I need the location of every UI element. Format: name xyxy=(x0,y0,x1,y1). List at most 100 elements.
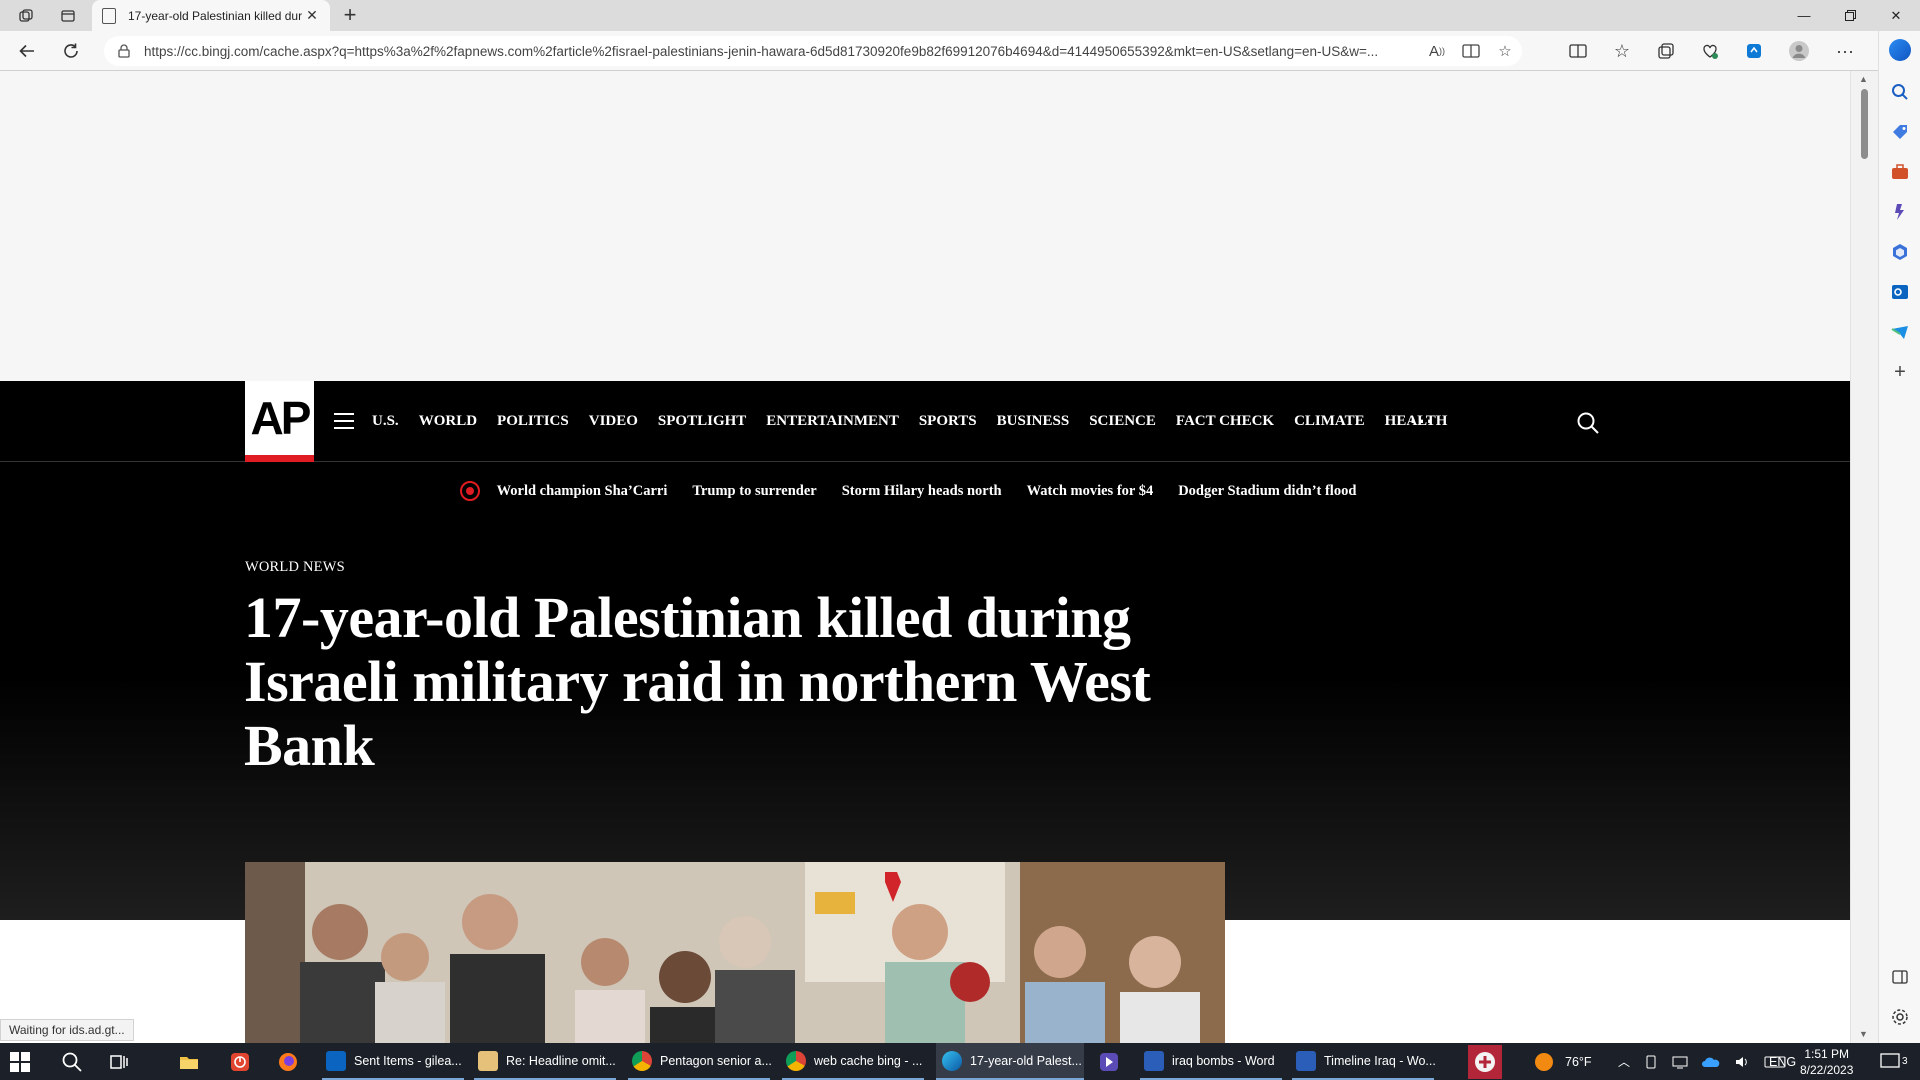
nav-item-fact-check[interactable]: FACT CHECK xyxy=(1176,413,1274,430)
scroll-up-icon[interactable]: ▲ xyxy=(1859,74,1868,84)
input-language[interactable]: ENG xyxy=(1769,1043,1796,1080)
taskbar-app-outlook[interactable]: Sent Items - gilea... xyxy=(322,1043,464,1080)
trending-link[interactable]: Storm Hilary heads north xyxy=(842,483,1002,500)
weather-widget[interactable]: 76°F xyxy=(1535,1043,1592,1080)
taskbar-app-word-2[interactable]: Timeline Iraq - Wo... xyxy=(1292,1043,1436,1080)
taskbar-app-label: web cache bing - ... xyxy=(814,1053,923,1068)
close-tab-icon[interactable]: ✕ xyxy=(304,7,320,24)
close-window-icon[interactable]: ✕ xyxy=(1873,0,1919,31)
app-red-icon[interactable] xyxy=(229,1051,251,1073)
word-icon xyxy=(1296,1050,1316,1071)
scroll-down-icon[interactable]: ▼ xyxy=(1859,1029,1868,1039)
restore-icon[interactable] xyxy=(1827,0,1873,31)
taskbar-app-word-1[interactable]: iraq bombs - Word xyxy=(1140,1043,1282,1080)
drop-send-icon[interactable] xyxy=(1889,321,1911,343)
app-red-badge-icon[interactable] xyxy=(1468,1045,1502,1079)
ad-placeholder xyxy=(0,71,1850,381)
network-icon[interactable] xyxy=(1672,1055,1688,1069)
page-scrollbar[interactable]: ▲ ▼ xyxy=(1850,71,1878,1043)
url-text[interactable]: https://cc.bingj.com/cache.aspx?q=https%… xyxy=(144,44,1420,59)
profile-avatar[interactable] xyxy=(1784,37,1814,65)
immersive-reader-icon[interactable] xyxy=(1454,38,1488,64)
nav-item-spotlight[interactable]: SPOTLIGHT xyxy=(658,413,746,430)
nav-item-world[interactable]: WORLD xyxy=(419,413,477,430)
article-section-label[interactable]: WORLD NEWS xyxy=(245,559,345,576)
browser-toolbar: https://cc.bingj.com/cache.aspx?q=https%… xyxy=(0,31,1920,71)
nav-more-icon[interactable]: ··· xyxy=(1410,409,1435,435)
browser-essentials-icon[interactable] xyxy=(1695,37,1725,65)
browser-status-bar: Waiting for ids.ad.gt... xyxy=(0,1019,134,1041)
favorites-icon[interactable]: ☆ xyxy=(1607,37,1637,65)
split-screen-icon[interactable] xyxy=(1563,37,1593,65)
trending-link[interactable]: World champion Sha’Carri xyxy=(497,483,668,500)
microsoft-365-icon[interactable] xyxy=(1889,241,1911,263)
taskbar-app-chrome-1[interactable]: Pentagon senior a... xyxy=(628,1043,772,1080)
add-sidebar-app-icon[interactable]: + xyxy=(1889,361,1911,383)
taskbar-search-icon[interactable] xyxy=(61,1051,83,1073)
taskbar-app-label: iraq bombs - Word xyxy=(1172,1053,1275,1068)
taskbar-app-edge[interactable]: 17-year-old Palest... xyxy=(936,1043,1084,1080)
nav-list: U.S. WORLD POLITICS VIDEO SPOTLIGHT ENTE… xyxy=(372,381,1467,462)
ap-logo[interactable]: AP xyxy=(245,381,314,462)
minimize-icon[interactable]: — xyxy=(1781,0,1827,31)
tray-chevron-up-icon[interactable]: ︿ xyxy=(1618,1053,1630,1070)
shopping-tag-icon[interactable] xyxy=(1889,121,1911,143)
trending-bar: World champion Sha’Carri Trump to surren… xyxy=(0,462,1850,520)
nav-item-business[interactable]: BUSINESS xyxy=(997,413,1070,430)
hide-sidebar-icon[interactable] xyxy=(1889,966,1911,988)
clock-time: 1:51 PM xyxy=(1804,1047,1850,1061)
trending-link[interactable]: Dodger Stadium didn’t flood xyxy=(1178,483,1356,500)
word-icon xyxy=(1144,1050,1164,1071)
site-search-icon[interactable] xyxy=(1576,411,1600,435)
windows-start-icon[interactable] xyxy=(10,1052,30,1072)
tools-briefcase-icon[interactable] xyxy=(1889,161,1911,183)
site-navigation: AP U.S. WORLD POLITICS VIDEO SPOTLIGHT E… xyxy=(0,381,1850,462)
hamburger-menu-icon[interactable] xyxy=(334,413,354,429)
search-icon[interactable] xyxy=(1889,81,1911,103)
file-explorer-icon[interactable] xyxy=(178,1051,200,1073)
system-tray: ︿ xyxy=(1618,1043,1786,1080)
article-lead-photo[interactable] xyxy=(245,862,1225,1043)
firefox-icon[interactable] xyxy=(277,1051,299,1073)
scrollbar-thumb[interactable] xyxy=(1861,89,1868,159)
notification-center-icon[interactable]: 3 xyxy=(1880,1043,1908,1080)
taskbar-app-chrome-2[interactable]: web cache bing - ... xyxy=(782,1043,924,1080)
trending-link[interactable]: Trump to surrender xyxy=(692,483,816,500)
bing-chat-icon[interactable] xyxy=(1889,39,1911,61)
new-tab-button[interactable]: + xyxy=(336,2,364,28)
read-aloud-icon[interactable]: A)) xyxy=(1420,38,1454,64)
taskbar-clock[interactable]: 1:51 PM 8/22/2023 xyxy=(1800,1046,1853,1078)
nav-item-video[interactable]: VIDEO xyxy=(589,413,638,430)
favorite-star-icon[interactable]: ☆ xyxy=(1488,38,1522,64)
workspaces-icon[interactable] xyxy=(12,4,40,28)
nav-item-entertainment[interactable]: ENTERTAINMENT xyxy=(766,413,899,430)
nav-item-politics[interactable]: POLITICS xyxy=(497,413,569,430)
outlook-icon[interactable] xyxy=(1889,281,1911,303)
nav-item-sports[interactable]: SPORTS xyxy=(919,413,977,430)
nav-item-us[interactable]: U.S. xyxy=(372,413,399,430)
taskbar-app-label: 17-year-old Palest... xyxy=(970,1053,1082,1068)
tab-actions-icon[interactable] xyxy=(54,4,82,28)
games-icon[interactable] xyxy=(1889,201,1911,223)
address-bar[interactable]: https://cc.bingj.com/cache.aspx?q=https%… xyxy=(104,36,1522,66)
tab-active[interactable]: 17-year-old Palestinian killed dur ✕ xyxy=(92,0,330,31)
onedrive-icon[interactable] xyxy=(1702,1056,1720,1068)
refresh-icon[interactable] xyxy=(56,37,86,65)
back-icon[interactable] xyxy=(12,37,42,65)
tray-device-icon[interactable] xyxy=(1644,1055,1658,1069)
trending-link[interactable]: Watch movies for $4 xyxy=(1027,483,1154,500)
more-options-icon[interactable]: ··· xyxy=(1830,37,1860,65)
weather-temp: 76°F xyxy=(1565,1054,1592,1069)
weather-sun-icon xyxy=(1535,1052,1553,1071)
collections-icon[interactable] xyxy=(1651,37,1681,65)
task-view-icon[interactable] xyxy=(108,1051,130,1073)
browser-tab-strip: 17-year-old Palestinian killed dur ✕ + —… xyxy=(0,0,1920,31)
performance-icon[interactable] xyxy=(1739,37,1769,65)
app-purple-icon[interactable] xyxy=(1098,1051,1120,1073)
clock-date: 8/22/2023 xyxy=(1800,1063,1854,1077)
volume-icon[interactable] xyxy=(1734,1055,1750,1069)
nav-item-science[interactable]: SCIENCE xyxy=(1089,413,1156,430)
taskbar-app-mail[interactable]: Re: Headline omit... xyxy=(474,1043,616,1080)
nav-item-climate[interactable]: CLIMATE xyxy=(1294,413,1365,430)
sidebar-settings-icon[interactable] xyxy=(1889,1006,1911,1028)
